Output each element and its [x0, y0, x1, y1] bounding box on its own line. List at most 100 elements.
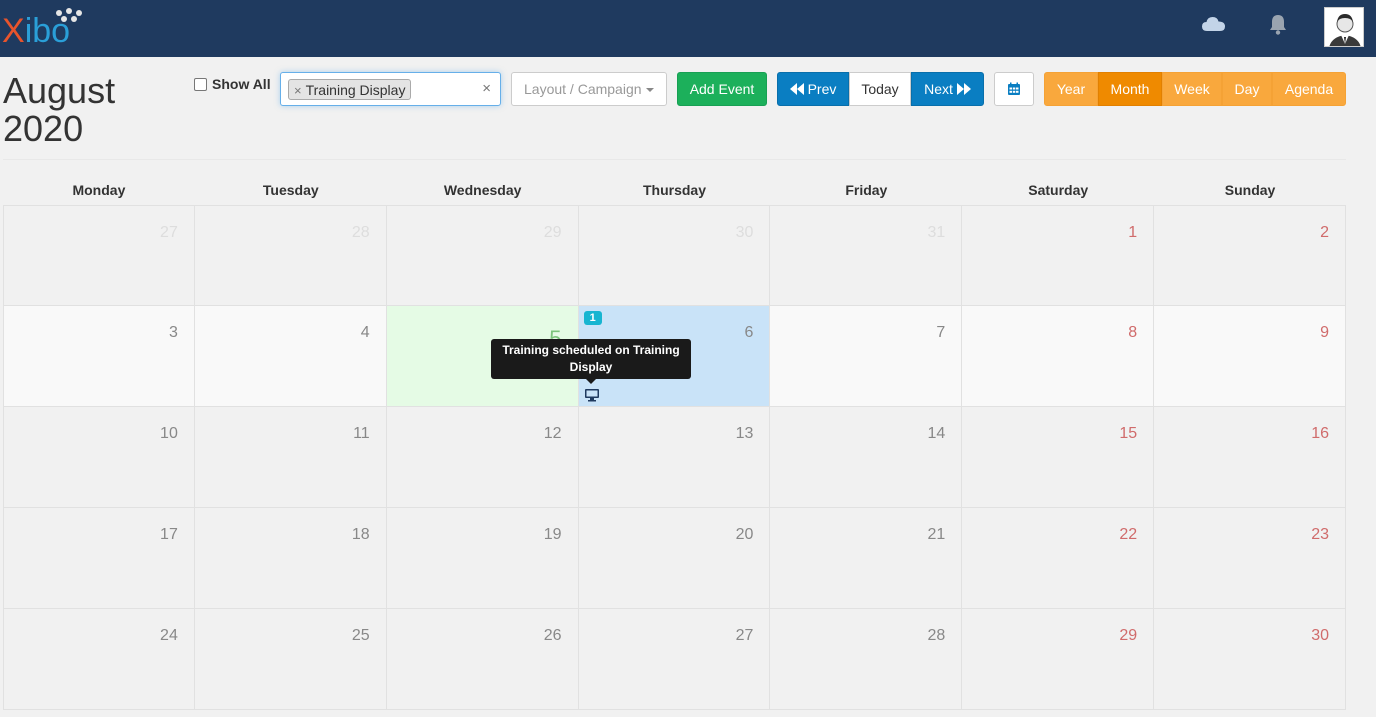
- calendar-day-cell[interactable]: 27: [3, 205, 195, 306]
- view-week-label: Week: [1174, 81, 1210, 97]
- day-number[interactable]: 27: [160, 224, 178, 242]
- calendar-day-cell[interactable]: 31: [770, 205, 963, 306]
- calendar-day-cell[interactable]: 24: [3, 609, 195, 710]
- display-select[interactable]: × Training Display ×: [280, 72, 501, 106]
- calendar-day-cell[interactable]: 30: [578, 205, 771, 306]
- calendar-icon[interactable]: [994, 72, 1034, 106]
- calendar-day-cell[interactable]: 2: [1154, 205, 1346, 306]
- day-number[interactable]: 15: [1119, 425, 1137, 443]
- day-number[interactable]: 27: [736, 627, 754, 645]
- day-number[interactable]: 29: [1119, 627, 1137, 645]
- day-number[interactable]: 7: [936, 324, 945, 342]
- layout-campaign-dropdown[interactable]: Layout / Campaign: [511, 72, 667, 106]
- show-all-checkbox[interactable]: [194, 77, 207, 91]
- calendar-day-cell[interactable]: 22: [962, 508, 1155, 609]
- day-number[interactable]: 10: [160, 425, 178, 443]
- calendar-day-cell[interactable]: 20: [578, 508, 771, 609]
- day-number[interactable]: 11: [353, 425, 370, 443]
- weekday-header-wednesday: Wednesday: [443, 182, 522, 198]
- next-button[interactable]: Next: [911, 72, 984, 106]
- tag-remove-icon[interactable]: ×: [294, 83, 302, 98]
- view-year-button[interactable]: Year: [1044, 72, 1098, 106]
- display-tag-label: Training Display: [305, 82, 406, 98]
- calendar-day-cell[interactable]: 26: [386, 609, 579, 710]
- divider: [3, 159, 1346, 160]
- calendar-day-cell[interactable]: 15: [962, 407, 1155, 508]
- day-number[interactable]: 16: [1311, 425, 1329, 443]
- day-number[interactable]: 3: [169, 324, 178, 342]
- calendar-day-cell[interactable]: 17: [3, 508, 195, 609]
- calendar-day-cell[interactable]: 19: [386, 508, 579, 609]
- view-day-button[interactable]: Day: [1222, 72, 1272, 106]
- calendar-day-cell[interactable]: 11: [194, 407, 387, 508]
- calendar-day-cell[interactable]: 30: [1154, 609, 1346, 710]
- calendar-day-cell[interactable]: 23: [1154, 508, 1346, 609]
- day-number[interactable]: 6: [745, 324, 754, 342]
- day-number[interactable]: 30: [736, 224, 754, 242]
- day-number[interactable]: 28: [927, 627, 945, 645]
- day-number[interactable]: 26: [544, 627, 562, 645]
- calendar-day-cell[interactable]: 1: [962, 205, 1155, 306]
- view-agenda-button[interactable]: Agenda: [1272, 72, 1346, 106]
- calendar-day-cell[interactable]: 28: [194, 205, 387, 306]
- show-all-toggle[interactable]: Show All: [194, 76, 271, 92]
- day-number[interactable]: 30: [1311, 627, 1329, 645]
- bell-icon[interactable]: [1267, 12, 1295, 40]
- calendar-day-cell[interactable]: 4: [194, 306, 387, 407]
- calendar-day-cell[interactable]: 18: [194, 508, 387, 609]
- calendar-day-cell[interactable]: 25: [194, 609, 387, 710]
- title-year: 2020: [3, 108, 84, 149]
- display-icon[interactable]: [584, 388, 600, 402]
- day-number[interactable]: 9: [1320, 324, 1329, 342]
- weekday-header-monday: Monday: [72, 182, 126, 198]
- prev-button[interactable]: Prev: [777, 72, 849, 106]
- calendar-day-cell[interactable]: 7: [770, 306, 963, 407]
- caret-down-icon: [646, 88, 654, 92]
- day-number[interactable]: 1: [1128, 224, 1137, 242]
- calendar-day-cell[interactable]: 14: [770, 407, 963, 508]
- day-number[interactable]: 29: [544, 224, 562, 242]
- calendar-day-cell[interactable]: 10: [3, 407, 195, 508]
- day-number[interactable]: 8: [1128, 324, 1137, 342]
- day-number[interactable]: 4: [361, 324, 370, 342]
- day-number[interactable]: 20: [736, 526, 754, 544]
- calendar-day-cell[interactable]: 12: [386, 407, 579, 508]
- calendar-day-cell[interactable]: 16: [1154, 407, 1346, 508]
- day-number[interactable]: 24: [160, 627, 178, 645]
- day-number[interactable]: 2: [1320, 224, 1329, 242]
- event-tooltip-text: Training scheduled on Training Display: [502, 343, 680, 374]
- day-number[interactable]: 13: [736, 425, 754, 443]
- add-event-button[interactable]: Add Event: [677, 72, 767, 106]
- event-count-badge[interactable]: 1: [583, 311, 602, 325]
- calendar-day-cell[interactable]: 29: [962, 609, 1155, 710]
- day-number[interactable]: 23: [1311, 526, 1329, 544]
- display-tag[interactable]: × Training Display: [288, 79, 412, 100]
- day-number[interactable]: 31: [927, 224, 945, 242]
- day-number[interactable]: 22: [1119, 526, 1137, 544]
- show-all-label: Show All: [212, 76, 271, 92]
- calendar-day-cell[interactable]: 28: [770, 609, 963, 710]
- calendar-day-cell[interactable]: 9: [1154, 306, 1346, 407]
- calendar-day-cell[interactable]: 3: [3, 306, 195, 407]
- day-number[interactable]: 17: [160, 526, 178, 544]
- add-event-label: Add Event: [689, 81, 755, 97]
- calendar-day-cell[interactable]: 8: [962, 306, 1155, 407]
- calendar-day-cell[interactable]: 21: [770, 508, 963, 609]
- view-month-button[interactable]: Month: [1098, 72, 1162, 106]
- calendar-day-cell[interactable]: 29: [386, 205, 579, 306]
- day-number[interactable]: 12: [544, 425, 562, 443]
- day-number[interactable]: 28: [352, 224, 370, 242]
- day-number[interactable]: 25: [352, 627, 370, 645]
- today-button[interactable]: Today: [849, 72, 911, 106]
- view-year-label: Year: [1056, 81, 1086, 97]
- clear-selection-icon[interactable]: ×: [482, 80, 491, 97]
- day-number[interactable]: 14: [927, 425, 945, 443]
- day-number[interactable]: 19: [544, 526, 562, 544]
- day-number[interactable]: 18: [352, 526, 370, 544]
- calendar-day-cell[interactable]: 27: [578, 609, 771, 710]
- view-week-button[interactable]: Week: [1162, 72, 1222, 106]
- cloud-icon[interactable]: [1201, 12, 1229, 40]
- calendar-day-cell[interactable]: 13: [578, 407, 771, 508]
- day-number[interactable]: 21: [927, 526, 945, 544]
- user-avatar-icon[interactable]: [1324, 7, 1364, 47]
